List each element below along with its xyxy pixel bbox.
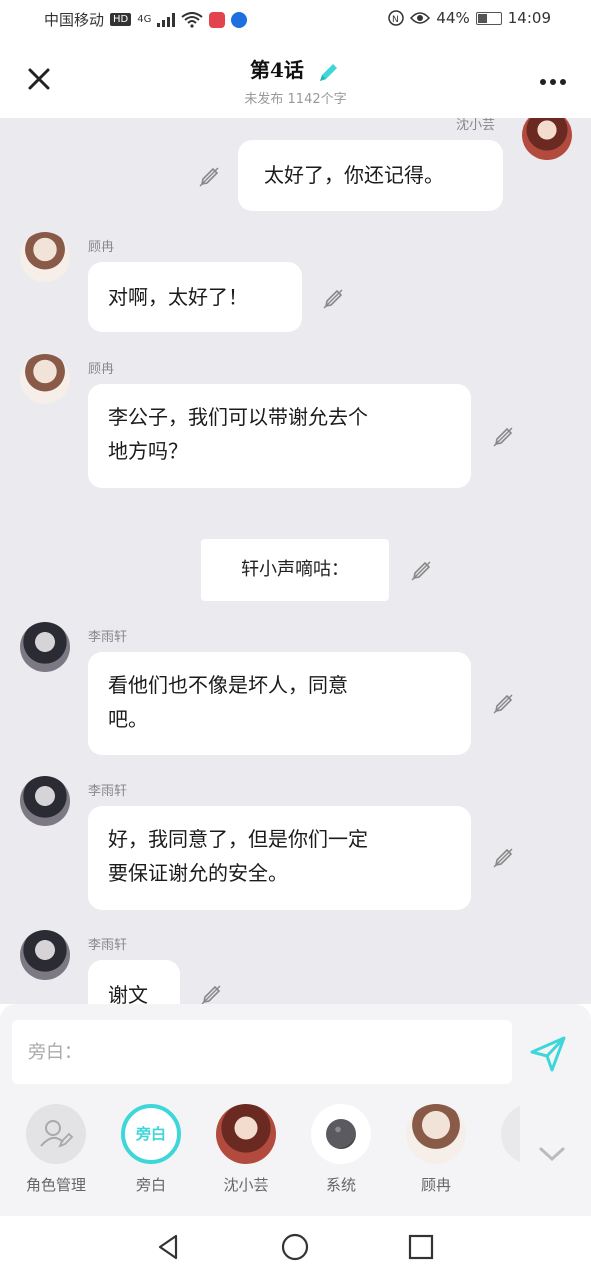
more-icon bbox=[540, 79, 566, 85]
message-bubble[interactable]: 看他们也不像是坏人，同意 吧。 bbox=[88, 652, 471, 755]
status-left: 中国移动 HD 4G bbox=[44, 9, 248, 30]
role-partial[interactable] bbox=[491, 1104, 520, 1164]
edit-pen-icon[interactable] bbox=[408, 558, 434, 584]
role-avatar bbox=[406, 1104, 466, 1164]
input-panel: 角色管理 旁白 旁白 沈小芸 系统 顾冉 bbox=[0, 1004, 591, 1216]
edit-pen-icon[interactable] bbox=[490, 691, 516, 717]
clock: 14:09 bbox=[507, 9, 551, 27]
status-bar: 中国移动 HD 4G N 44% 14:09 bbox=[0, 0, 591, 40]
moon-icon bbox=[326, 1119, 356, 1149]
speaker-name: 顾冉 bbox=[88, 240, 115, 255]
title-wrap: 第4话 bbox=[0, 54, 591, 86]
message-line: 李公子，我们可以带谢允去个 bbox=[108, 405, 368, 429]
notification-bulb-icon bbox=[231, 11, 248, 28]
header: 第4话 未发布 1142个字 bbox=[0, 40, 591, 118]
edit-pen-icon[interactable] bbox=[490, 424, 516, 450]
page-title: 第4话 bbox=[249, 58, 304, 82]
notification-app-icon bbox=[209, 11, 226, 28]
role-label: 角色管理 bbox=[25, 1176, 86, 1194]
network-type: 4G bbox=[137, 14, 152, 25]
carrier-name: 中国移动 bbox=[44, 11, 105, 29]
role-avatar bbox=[501, 1104, 520, 1164]
role-label: 沈小芸 bbox=[223, 1176, 269, 1194]
message-bubble[interactable]: 李公子，我们可以带谢允去个 地方吗？ bbox=[88, 384, 471, 488]
battery-icon bbox=[475, 11, 502, 25]
user-edit-icon bbox=[40, 1120, 74, 1148]
eye-icon bbox=[410, 12, 431, 24]
edit-pen-icon[interactable] bbox=[490, 845, 516, 871]
status-right: N 44% 14:09 bbox=[388, 9, 551, 27]
role-label: 顾冉 bbox=[420, 1176, 451, 1194]
message-line: 看他们也不像是坏人，同意 bbox=[108, 673, 348, 697]
role-narration[interactable]: 旁白 旁白 bbox=[111, 1104, 191, 1195]
more-button[interactable] bbox=[539, 70, 567, 90]
avatar-li[interactable] bbox=[20, 622, 70, 672]
message-bubble[interactable]: 对啊，太好了！ bbox=[88, 262, 302, 332]
signal-icon bbox=[157, 12, 176, 27]
system-nav-bar bbox=[0, 1216, 591, 1280]
role-shen[interactable]: 沈小芸 bbox=[206, 1104, 286, 1195]
avatar-li[interactable] bbox=[20, 776, 70, 826]
hd-badge: HD bbox=[110, 13, 132, 26]
message-line: 要保证谢允的安全。 bbox=[108, 861, 288, 885]
role-label: 旁白 bbox=[135, 1176, 166, 1194]
chevron-down-icon[interactable] bbox=[537, 1144, 567, 1164]
role-gu[interactable]: 顾冉 bbox=[396, 1104, 476, 1195]
message-line: 吧。 bbox=[108, 707, 148, 731]
recents-icon[interactable] bbox=[406, 1232, 436, 1262]
avatar-li[interactable] bbox=[20, 930, 70, 980]
battery-fill bbox=[477, 13, 488, 23]
back-icon[interactable] bbox=[154, 1232, 184, 1262]
role-label: 系统 bbox=[325, 1176, 356, 1194]
speaker-name: 顾冉 bbox=[88, 362, 115, 377]
speaker-name: 李雨轩 bbox=[88, 938, 128, 953]
edit-pen-icon[interactable] bbox=[198, 982, 224, 1004]
edit-title-icon[interactable] bbox=[315, 60, 341, 86]
role-system[interactable]: 系统 bbox=[301, 1104, 381, 1195]
role-manage[interactable]: 角色管理 bbox=[16, 1104, 96, 1195]
role-system-circle bbox=[311, 1104, 371, 1164]
message-line: 地方吗？ bbox=[108, 439, 188, 463]
wifi-icon bbox=[181, 11, 203, 28]
svg-text:N: N bbox=[392, 15, 399, 25]
send-icon[interactable] bbox=[528, 1034, 568, 1074]
avatar-gu[interactable] bbox=[20, 232, 70, 282]
avatar-gu[interactable] bbox=[20, 354, 70, 404]
role-narration-circle: 旁白 bbox=[121, 1104, 181, 1164]
edit-pen-icon[interactable] bbox=[320, 286, 346, 312]
edit-pen-icon[interactable] bbox=[196, 164, 222, 190]
battery-percent: 44% bbox=[436, 9, 470, 27]
role-manage-circle bbox=[26, 1104, 86, 1164]
page-subtitle: 未发布 1142个字 bbox=[244, 92, 347, 107]
speaker-name: 沈小芸 bbox=[456, 118, 496, 133]
role-selector[interactable]: 角色管理 旁白 旁白 沈小芸 系统 顾冉 bbox=[0, 1104, 520, 1204]
chat-area[interactable]: 沈小芸 太好了，你还记得。 顾冉 对啊，太好了！ 顾冉 李公子，我们可以带谢允去… bbox=[0, 118, 591, 1004]
message-input[interactable] bbox=[12, 1020, 512, 1084]
message-bubble[interactable]: 好，我同意了，但是你们一定 要保证谢允的安全。 bbox=[88, 806, 471, 910]
speaker-name: 李雨轩 bbox=[88, 784, 128, 799]
avatar-shen[interactable] bbox=[522, 118, 572, 160]
role-avatar bbox=[216, 1104, 276, 1164]
message-line: 好，我同意了，但是你们一定 bbox=[108, 827, 368, 851]
narration-bubble[interactable]: 轩小声嘀咕： bbox=[201, 539, 389, 601]
message-bubble[interactable]: 太好了，你还记得。 bbox=[238, 140, 503, 211]
message-bubble[interactable]: 谢文 bbox=[88, 960, 180, 1004]
nfc-icon: N bbox=[388, 10, 405, 26]
speaker-name: 李雨轩 bbox=[88, 630, 128, 645]
home-icon[interactable] bbox=[280, 1232, 310, 1262]
